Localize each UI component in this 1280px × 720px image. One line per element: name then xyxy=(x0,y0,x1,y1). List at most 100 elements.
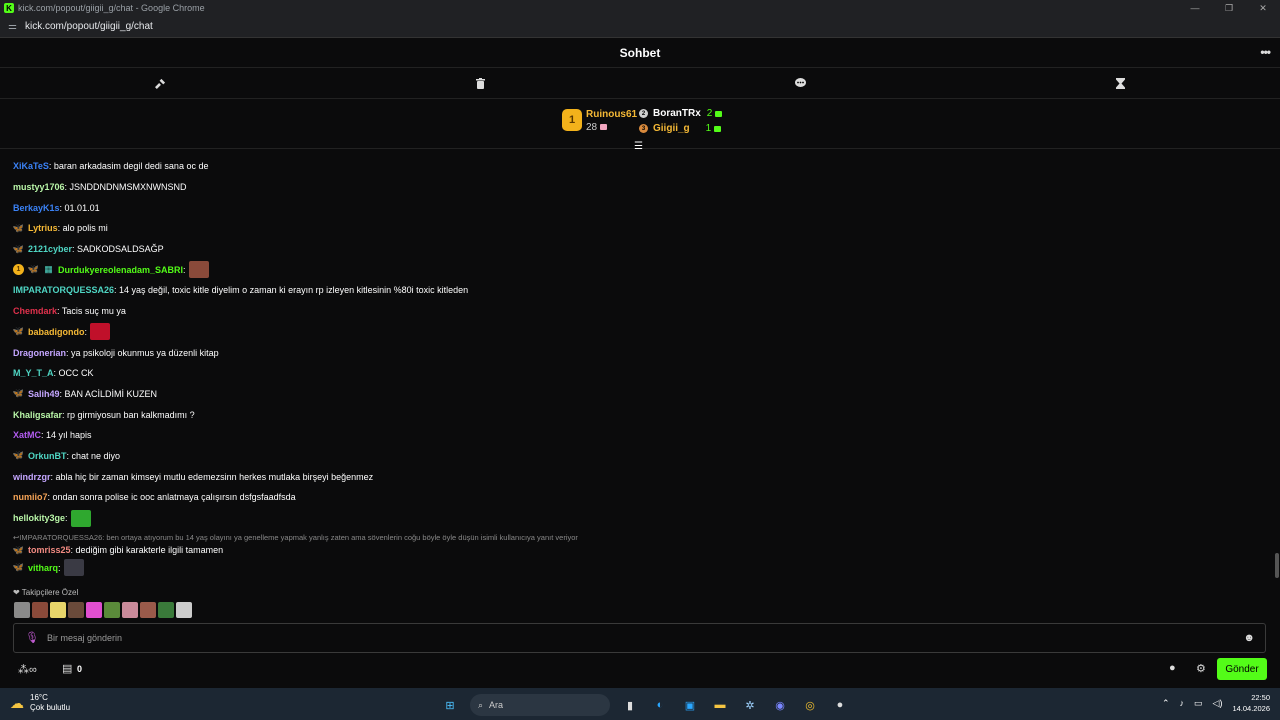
second-place-medal-icon: 2 xyxy=(639,109,648,118)
chat-username[interactable]: babadigondo xyxy=(28,327,85,337)
store-icon[interactable]: ▤ xyxy=(62,662,72,675)
leader-third-name: Giigii_g xyxy=(653,123,690,134)
chat-username[interactable]: Chemdark xyxy=(13,306,57,316)
chrome-icon[interactable]: ◎ xyxy=(800,695,820,715)
obs-icon[interactable]: ● xyxy=(830,695,850,715)
emote-9[interactable] xyxy=(158,602,174,618)
emote-1[interactable] xyxy=(14,602,30,618)
chat-username[interactable]: mustyy1706 xyxy=(13,182,65,192)
clear-chat-icon[interactable] xyxy=(320,68,640,98)
chat-message-text: : OCC CK xyxy=(53,368,94,379)
chat-username[interactable]: Durdukyereolenadam_SABRI xyxy=(58,265,183,275)
message-input-box[interactable]: 🎙 ☻ xyxy=(13,623,1266,653)
chat-username[interactable]: windrzgr xyxy=(13,472,51,482)
butterfly-badge-icon: 🦋 xyxy=(12,544,25,555)
network-icon[interactable]: ▭ xyxy=(1194,698,1203,709)
butterfly-badge-icon: 🦋 xyxy=(27,264,40,275)
gift-sub-badge-icon: ▦ xyxy=(44,264,53,275)
tray-mic-icon[interactable]: ♪ xyxy=(1180,698,1185,708)
chat-username[interactable]: hellokity3ge xyxy=(13,513,65,523)
chat-username[interactable]: numiio7 xyxy=(13,492,48,502)
tray-chevron-icon[interactable]: ⌃ xyxy=(1162,698,1170,709)
chat-username[interactable]: Lytrius xyxy=(28,223,58,233)
taskbar-search[interactable]: ⌕ Ara xyxy=(470,694,610,716)
chat-username[interactable]: OrkunBT xyxy=(28,451,67,461)
windows-start-icon[interactable]: ⊞ xyxy=(440,695,460,715)
leader-third-count: 1 xyxy=(705,123,712,134)
chat-message: Chemdark: Tacis suç mu ya xyxy=(13,301,1263,322)
chat-emote[interactable] xyxy=(188,261,209,279)
leader-second-row[interactable]: 2 BoranTRx 2 xyxy=(639,108,723,119)
weather-desc: Çok bulutlu xyxy=(30,703,71,712)
address-bar[interactable]: ⚌ kick.com/popout/giigii_g/chat xyxy=(0,16,1280,38)
settings-app-icon[interactable]: ✲ xyxy=(740,695,760,715)
chat-settings-bubble-icon[interactable]: ● xyxy=(1169,662,1176,674)
slow-mode-hourglass-icon[interactable] xyxy=(960,68,1280,98)
task-view-icon[interactable]: ▮ xyxy=(620,695,640,715)
chat-emote[interactable] xyxy=(90,323,111,341)
emote-10[interactable] xyxy=(176,602,192,618)
emote-4[interactable] xyxy=(68,602,84,618)
site-info-icon[interactable]: ⚌ xyxy=(8,21,17,32)
emote-5[interactable] xyxy=(86,602,102,618)
chat-username[interactable]: Khaligsafar xyxy=(13,410,62,420)
chat-username[interactable]: 2121cyber xyxy=(28,244,72,254)
infinity-icon[interactable]: ⁂∞ xyxy=(18,663,37,676)
cloudy-weather-icon: ☁ xyxy=(10,694,24,711)
chat-message: numiio7: ondan sonra polise ic ooc anlat… xyxy=(13,487,1263,508)
chat-emote[interactable] xyxy=(63,559,84,577)
leader-first-name[interactable]: Ruinous61 xyxy=(586,109,637,120)
weather-widget[interactable]: ☁ 16°C Çok bulutlu xyxy=(10,693,70,713)
chat-messages: XiKaTeS: baran arkadasim degil dedi sana… xyxy=(13,156,1263,581)
emote-6[interactable] xyxy=(104,602,120,618)
chat-scrollbar[interactable] xyxy=(1275,553,1279,578)
leader-first-count-value: 28 xyxy=(586,122,598,133)
leader-second-name: BoranTRx xyxy=(653,108,701,119)
emote-3[interactable] xyxy=(50,602,66,618)
collapse-leaderboard-icon[interactable]: ☰ xyxy=(634,141,643,152)
chat-username[interactable]: vitharq xyxy=(28,563,58,573)
message-input[interactable] xyxy=(47,630,1227,646)
emote-8[interactable] xyxy=(140,602,156,618)
chat-username[interactable]: XiKaTeS xyxy=(13,161,49,171)
close-button[interactable]: ✕ xyxy=(1246,0,1280,16)
butterfly-badge-icon: 🦋 xyxy=(12,562,25,573)
chat-username[interactable]: XatMC xyxy=(13,430,41,440)
chat-emote[interactable] xyxy=(70,509,91,527)
chat-username[interactable]: BerkayK1s xyxy=(13,203,60,213)
settings-gear-icon[interactable]: ⚙ xyxy=(1196,662,1206,675)
leader-third-row[interactable]: 3 Giigii_g 1 xyxy=(639,123,722,134)
reply-context[interactable]: ↩ IMPARATORQUESSA26: ben ortaya atıyorum… xyxy=(13,531,1263,543)
volume-icon[interactable]: ◁) xyxy=(1213,698,1223,709)
send-button[interactable]: Gönder xyxy=(1217,658,1267,680)
chat-username[interactable]: Dragonerian xyxy=(13,348,66,358)
more-options-icon[interactable]: ••• xyxy=(1260,45,1271,59)
ban-hammer-icon[interactable] xyxy=(0,68,320,98)
chat-mode-icon[interactable] xyxy=(640,68,960,98)
chat-username[interactable]: Salih49 xyxy=(28,389,60,399)
store-app-icon[interactable]: ▣ xyxy=(680,695,700,715)
window-controls: — ❐ ✕ xyxy=(1178,0,1280,16)
chat-username[interactable]: IMPARATORQUESSA26 xyxy=(13,285,114,295)
chat-message: hellokity3ge: xyxy=(13,508,1263,529)
moderation-bar xyxy=(0,68,1280,99)
emote-2[interactable] xyxy=(32,602,48,618)
emote-picker-icon[interactable]: ☻ xyxy=(1243,632,1255,644)
clock[interactable]: 22:50 14.04.2026 xyxy=(1232,692,1270,714)
chat-message-text: : 01.01.01 xyxy=(59,202,100,213)
discord-icon[interactable]: ◉ xyxy=(770,695,790,715)
file-explorer-icon[interactable]: ▬ xyxy=(710,695,730,715)
emote-row xyxy=(14,602,192,618)
edge-browser-icon[interactable]: ◐ xyxy=(650,695,670,715)
system-tray: ⌃ ♪ ▭ ◁) 22:50 14.04.2026 xyxy=(1162,692,1270,714)
kick-logo-icon: K xyxy=(4,3,14,13)
chat-username[interactable]: M_Y_T_A xyxy=(13,368,54,378)
emote-7[interactable] xyxy=(122,602,138,618)
microphone-icon[interactable]: 🎙 xyxy=(25,631,39,644)
chat-title: Sohbet xyxy=(619,45,661,60)
chat-message: XiKaTeS: baran arkadasim degil dedi sana… xyxy=(13,156,1263,177)
restore-button[interactable]: ❐ xyxy=(1212,0,1246,16)
minimize-button[interactable]: — xyxy=(1178,0,1212,16)
chat-message-text: : Tacis suç mu ya xyxy=(57,306,126,317)
chat-username[interactable]: tomriss25 xyxy=(28,545,71,555)
